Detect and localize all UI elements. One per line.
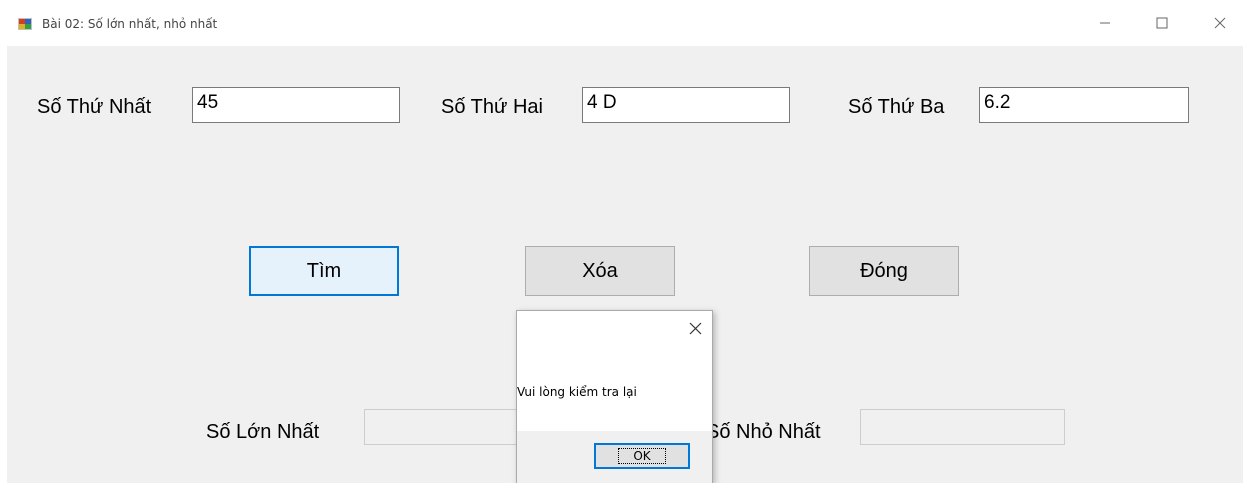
- title-bar: Bài 02: Số lớn nhất, nhỏ nhất: [0, 0, 1250, 46]
- third-number-input[interactable]: 6.2: [979, 87, 1189, 123]
- third-number-label: Số Thứ Ba: [848, 96, 945, 118]
- close-button[interactable]: Đóng: [809, 246, 959, 296]
- ok-label: OK: [618, 448, 666, 464]
- maximize-button[interactable]: [1142, 8, 1182, 38]
- min-number-label: Số Nhỏ Nhất: [706, 421, 821, 443]
- close-window-button[interactable]: [1200, 8, 1240, 38]
- minimize-icon: [1100, 22, 1110, 24]
- app-icon: [18, 18, 32, 30]
- minimize-button[interactable]: [1085, 8, 1125, 38]
- max-number-label: Số Lớn Nhất: [206, 421, 320, 443]
- second-number-input[interactable]: 4 D: [582, 87, 790, 123]
- first-number-input[interactable]: 45: [192, 87, 400, 123]
- clear-button[interactable]: Xóa: [525, 246, 675, 296]
- close-icon: [1214, 17, 1226, 29]
- maximize-icon: [1156, 17, 1168, 29]
- max-number-output: [364, 409, 524, 445]
- dialog-footer: OK: [517, 431, 712, 483]
- find-button[interactable]: Tìm: [249, 246, 399, 296]
- window-title: Bài 02: Số lớn nhất, nhỏ nhất: [42, 17, 218, 31]
- ok-button[interactable]: OK: [594, 443, 690, 469]
- close-icon: [689, 322, 702, 335]
- dialog-close-button[interactable]: [689, 319, 702, 340]
- min-number-output: [860, 409, 1065, 445]
- first-number-label: Số Thứ Nhất: [37, 96, 152, 118]
- second-number-label: Số Thứ Hai: [441, 96, 543, 118]
- dialog-message: Vui lòng kiểm tra lại: [517, 385, 637, 399]
- message-dialog: Vui lòng kiểm tra lại OK: [516, 310, 713, 483]
